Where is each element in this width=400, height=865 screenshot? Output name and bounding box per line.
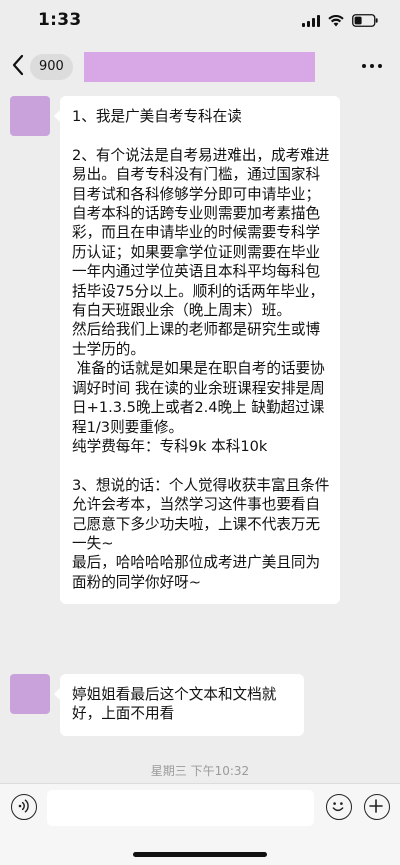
message-bubble[interactable]: 婷姐姐看最后这个文本和文档就好，上面不用看 bbox=[54, 674, 304, 736]
voice-icon[interactable] bbox=[11, 794, 37, 820]
status-bar: 1:33 bbox=[0, 0, 400, 44]
chat-title-redacted bbox=[84, 52, 315, 82]
plus-icon[interactable] bbox=[364, 794, 390, 820]
avatar[interactable] bbox=[10, 96, 50, 136]
message-input[interactable] bbox=[47, 790, 314, 826]
cellular-signal-icon bbox=[302, 14, 320, 27]
home-indicator bbox=[133, 852, 267, 857]
message-timestamp: 星期三 下午10:32 bbox=[150, 764, 250, 778]
avatar[interactable] bbox=[10, 674, 50, 714]
status-time: 1:33 bbox=[38, 10, 82, 30]
input-bar bbox=[0, 783, 400, 865]
battery-icon bbox=[352, 14, 378, 27]
chevron-left-icon[interactable] bbox=[12, 54, 24, 80]
message-bubble[interactable]: 1、我是广美自考专科在读 2、有个说法是自考易进难出，成考难进易出。自考专科没有… bbox=[54, 96, 340, 605]
wifi-icon bbox=[328, 14, 344, 27]
ellipsis-icon[interactable] bbox=[362, 64, 382, 68]
unread-count-badge[interactable]: 900 bbox=[30, 54, 73, 80]
emoji-icon[interactable] bbox=[326, 794, 352, 820]
chat-header: 900 bbox=[0, 44, 400, 88]
status-icons bbox=[302, 14, 378, 27]
